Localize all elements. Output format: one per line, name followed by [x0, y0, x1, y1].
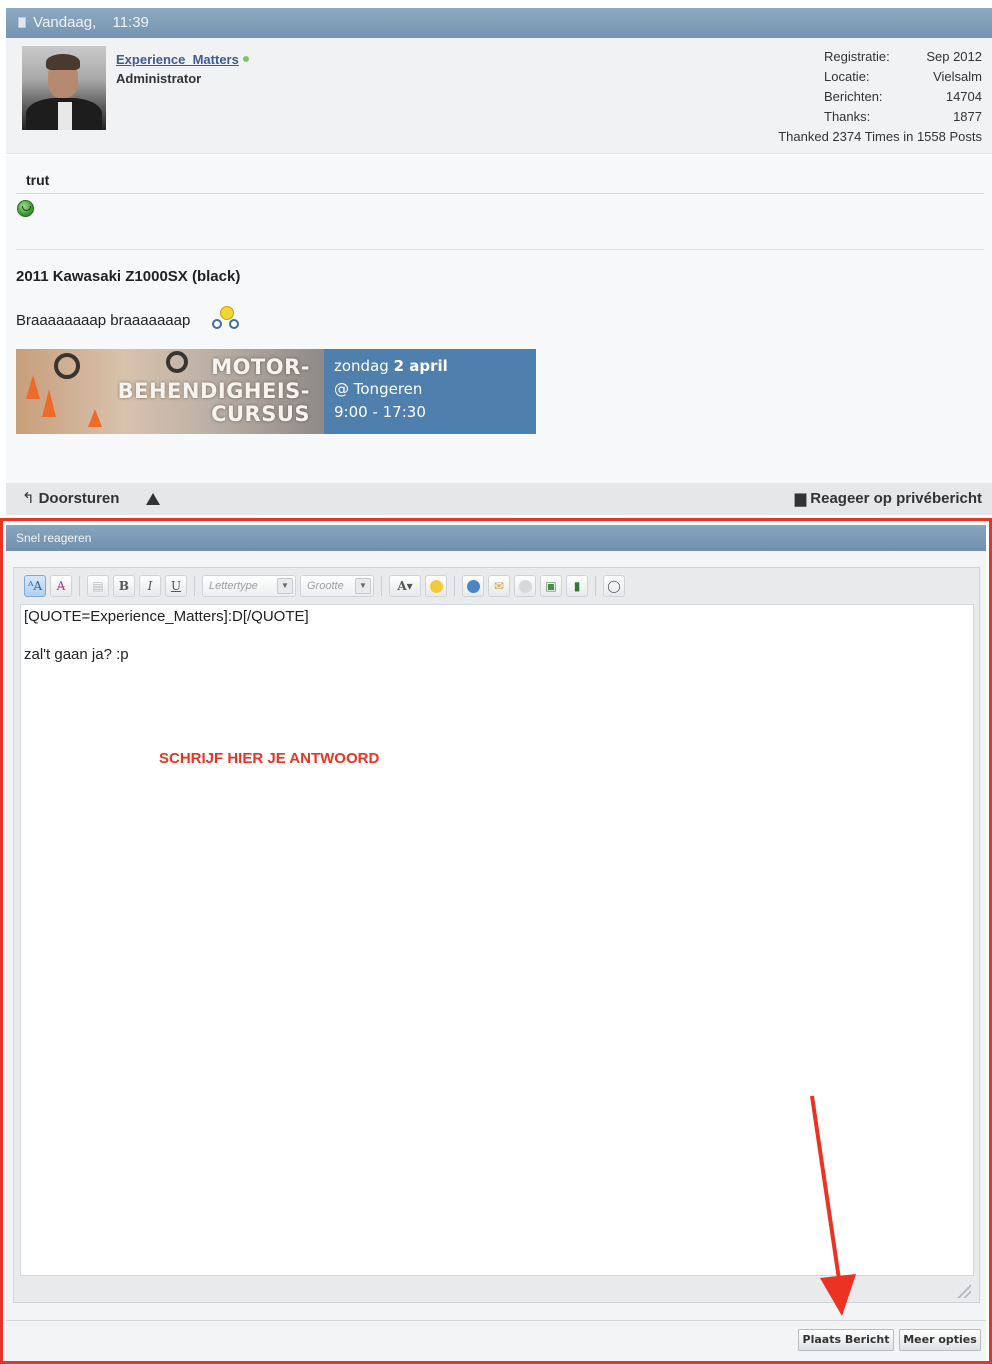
speech-bubble-icon: ▆ [794, 490, 807, 507]
chevron-down-icon: ▼ [277, 578, 293, 594]
banner-photo: MOTOR- BEHENDIGHEIS- CURSUS [16, 349, 324, 434]
wysiwyg-toggle-icon[interactable]: ᴬA [24, 575, 46, 597]
annotation-arrow [810, 1095, 856, 1316]
bold-icon[interactable]: B [113, 575, 135, 597]
banner-hours: 9:00 - 17:30 [334, 403, 426, 421]
report-warning-icon[interactable] [146, 493, 160, 505]
resize-handle[interactable] [957, 1284, 971, 1298]
stat-value: Sep 2012 [926, 49, 982, 64]
green-smiley-icon [17, 200, 34, 217]
stat-value: Vielsalm [933, 69, 982, 84]
video-icon[interactable]: ▣ [540, 575, 562, 597]
link-icon[interactable] [462, 575, 484, 597]
banner-date: 2 april [393, 357, 448, 375]
smiley-icon[interactable] [425, 575, 447, 597]
quick-reply-header: Snel reageren [6, 525, 986, 551]
banner-line2: BEHENDIGHEIS- [117, 379, 310, 403]
reply-text-line: zal't gaan ja? :p [24, 646, 129, 663]
banner-day: zondag [334, 357, 389, 375]
user-info: Experience_Matters Administrator Registr… [6, 38, 992, 154]
paste-icon[interactable]: ▤ [87, 575, 109, 597]
user-stats: Registratie: Sep 2012 Locatie: Vielsalm Be… [778, 47, 982, 147]
more-options-button[interactable]: Meer opties [899, 1329, 981, 1351]
thanked-count: Thanked 2374 Times in 1558 Posts [778, 129, 982, 144]
submit-post-button[interactable]: Plaats Bericht [798, 1329, 894, 1351]
post-footer: ↰ Doorsturen ▆ Reageer op privébericht [6, 483, 992, 515]
banner-place: @ Tongeren [334, 380, 423, 398]
font-select[interactable]: Lettertype ▼ [202, 575, 296, 597]
forward-button[interactable]: ↰ Doorsturen [22, 483, 119, 515]
remove-format-icon[interactable]: A̶ [50, 575, 72, 597]
post-header: Vandaag, 11:39 [6, 8, 992, 38]
post-date: Vandaag, [33, 14, 97, 31]
stat-label: Locatie: [824, 69, 870, 84]
email-icon[interactable]: ✉ [488, 575, 510, 597]
editor-toolbar: ᴬA A̶ ▤ B I U Lettertype ▼ Grootte ▼ A ▾ ✉ … [20, 572, 974, 600]
chevron-down-icon: ▼ [355, 578, 371, 594]
underline-icon[interactable]: U [165, 575, 187, 597]
bike-smiley-icon [212, 306, 240, 330]
username-link[interactable]: Experience_Matters [116, 52, 249, 67]
stat-label: Thanks: [824, 109, 871, 124]
signature-divider [16, 249, 984, 250]
avatar[interactable] [22, 46, 106, 130]
signature-banner[interactable]: MOTOR- BEHENDIGHEIS- CURSUS zondag 2 apr… [16, 349, 536, 434]
banner-line3: CURSUS [211, 402, 310, 426]
stat-value: 1877 [953, 109, 982, 124]
reply-text-line: [QUOTE=Experience_Matters]:D[/QUOTE] [24, 608, 309, 625]
quote-icon[interactable]: ◯ [603, 575, 625, 597]
italic-icon[interactable]: I [139, 575, 161, 597]
image-icon[interactable] [514, 575, 536, 597]
post-time: 11:39 [112, 14, 149, 31]
annotation-label: SCHRIJF HIER JE ANTWOORD [159, 750, 380, 767]
banner-line1: MOTOR- [211, 355, 310, 379]
user-title: Administrator [116, 71, 202, 86]
stat-value: 14704 [945, 89, 982, 104]
post-title: trut [26, 172, 50, 188]
forward-icon: ↰ [22, 490, 35, 507]
size-select[interactable]: Grootte ▼ [300, 575, 374, 597]
signature-bike: 2011 Kawasaki Z1000SX (black) [16, 268, 241, 285]
post-body: trut 2011 Kawasaki Z1000SX (black) Braaa… [6, 155, 992, 483]
signature-text: Braaaaaaaap braaaaaaap [16, 312, 191, 329]
banner-info: zondag 2 april @ Tongeren 9:00 - 17:30 [324, 349, 536, 434]
divider [16, 193, 984, 194]
online-status-icon [242, 56, 249, 62]
post-icon [18, 17, 26, 28]
stat-label: Berichten: [824, 89, 883, 104]
font-color-icon[interactable]: A ▾ [389, 575, 421, 597]
media-icon[interactable]: ▮ [566, 575, 588, 597]
stat-label: Registratie: [824, 49, 890, 64]
reply-private-button[interactable]: ▆ Reageer op privébericht [795, 483, 982, 515]
